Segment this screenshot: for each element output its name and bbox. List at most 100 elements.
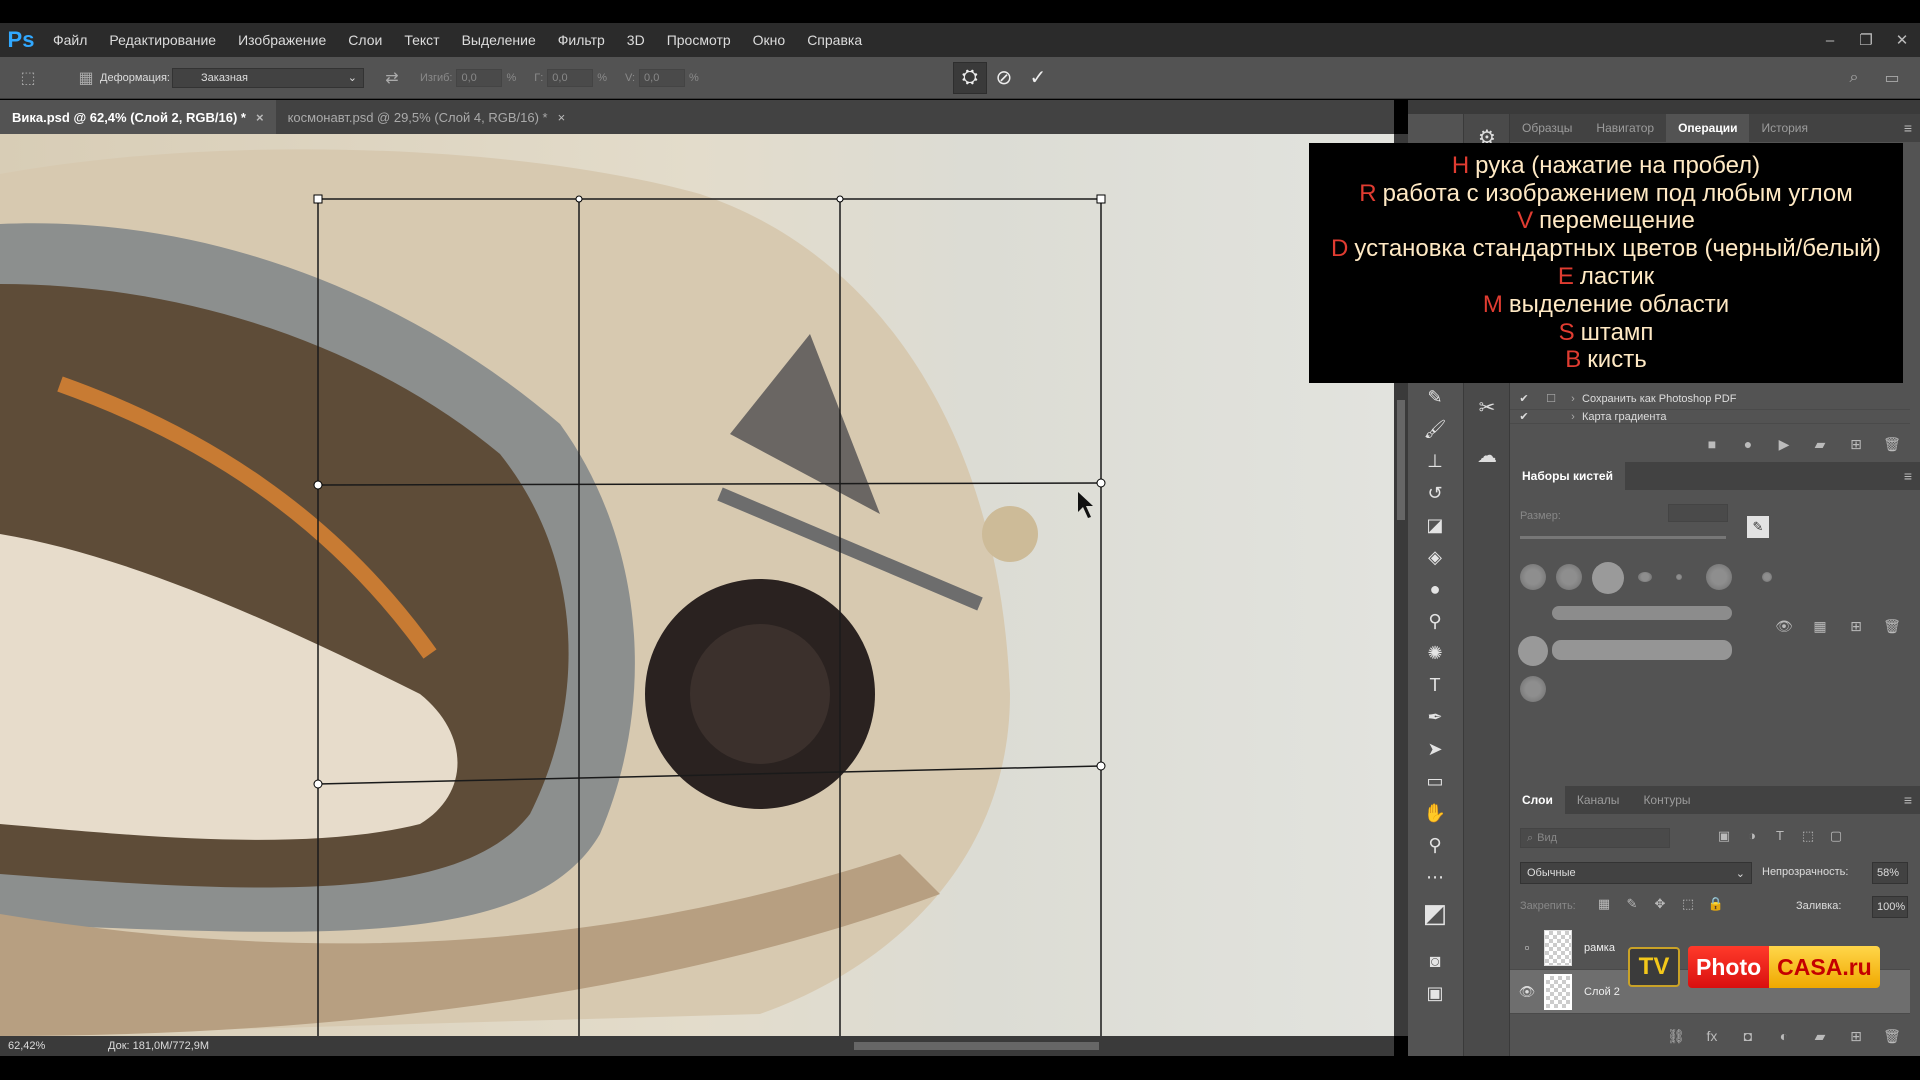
brush-preset[interactable]	[1638, 572, 1652, 582]
menu-window[interactable]: Окно	[742, 32, 797, 48]
tab-cosmonaut[interactable]: космонавт.psd @ 29,5% (Слой 4, RGB/16) *…	[275, 100, 578, 134]
restore-button[interactable]: ❐	[1848, 31, 1884, 49]
reference-point-icon[interactable]: ▦	[72, 65, 100, 91]
stamp-tool-icon[interactable]: ⊥	[1420, 448, 1450, 474]
tab-swatches[interactable]: Образцы	[1510, 114, 1584, 142]
warp-select[interactable]: Заказная ⌄	[172, 67, 364, 88]
folder-icon[interactable]: ▰	[1802, 1028, 1838, 1045]
filter-shape-icon[interactable]: ⬚	[1794, 828, 1822, 844]
filter-pixel-icon[interactable]: ▣	[1710, 828, 1738, 844]
action-item[interactable]: ✔ › Карта градиента	[1510, 410, 1910, 424]
link-layers-icon[interactable]: ⛓	[1658, 1028, 1694, 1045]
brush-preset[interactable]	[1552, 640, 1732, 660]
commit-transform-icon[interactable]: ✓	[1021, 62, 1055, 94]
layer-filter-select[interactable]: ⌕ Вид	[1520, 828, 1670, 848]
stop-icon[interactable]: ■	[1694, 436, 1730, 452]
search-icon[interactable]: ⌕	[1840, 65, 1868, 91]
dialog-toggle-icon[interactable]: ☐	[1538, 392, 1564, 405]
sponge-tool-icon[interactable]: ✺	[1420, 640, 1450, 666]
panel-collapse-bar[interactable]	[1408, 100, 1920, 114]
filter-smart-icon[interactable]: ▢	[1822, 828, 1850, 844]
blend-mode-select[interactable]: Обычные ⌄	[1520, 862, 1752, 884]
folder-icon[interactable]: ▰	[1802, 436, 1838, 453]
menu-select[interactable]: Выделение	[451, 32, 547, 48]
document-canvas[interactable]	[0, 134, 1394, 1036]
menu-view[interactable]: Просмотр	[656, 32, 742, 48]
new-brush-icon[interactable]: ⊞	[1838, 618, 1874, 635]
filter-adjustment-icon[interactable]: ◑	[1738, 828, 1766, 844]
eye-icon[interactable]: 👁	[1510, 984, 1544, 1000]
chevron-right-icon[interactable]: ›	[1564, 393, 1582, 405]
puppet-warp-toggle-icon[interactable]: ⛭	[952, 61, 987, 94]
brush-preset[interactable]	[1520, 564, 1546, 590]
trash-icon[interactable]: 🗑	[1874, 618, 1910, 635]
checkmark-icon[interactable]: ✔	[1510, 392, 1538, 405]
eraser-tool-icon[interactable]: ◪	[1420, 512, 1450, 538]
type-tool-icon[interactable]: T	[1420, 672, 1450, 698]
rectangle-tool-icon[interactable]: ▭	[1420, 768, 1450, 794]
menu-image[interactable]: Изображение	[227, 32, 337, 48]
adjustment-layer-icon[interactable]: ◐	[1766, 1028, 1802, 1044]
brush-preset[interactable]	[1676, 574, 1682, 580]
tab-navigator[interactable]: Навигатор	[1584, 114, 1666, 142]
menu-edit[interactable]: Редактирование	[98, 32, 227, 48]
trash-icon[interactable]: 🗑	[1874, 436, 1910, 453]
lock-transparency-icon[interactable]: ▦	[1590, 896, 1618, 912]
tab-vika[interactable]: Вика.psd @ 62,4% (Слой 2, RGB/16) * ×	[0, 100, 276, 134]
cancel-transform-icon[interactable]: ⊘	[987, 62, 1021, 94]
tab-paths[interactable]: Контуры	[1631, 786, 1702, 814]
opacity-field[interactable]: 58%	[1872, 862, 1908, 884]
layer-mask-icon[interactable]: ◘	[1730, 1028, 1766, 1044]
color-swatches-icon[interactable]: ◩	[1420, 898, 1450, 928]
close-icon[interactable]: ×	[558, 110, 566, 125]
chevron-right-icon[interactable]: ›	[1564, 411, 1582, 423]
tab-brush-presets[interactable]: Наборы кистей	[1510, 462, 1625, 490]
menu-layers[interactable]: Слои	[337, 32, 393, 48]
visibility-off-icon[interactable]: ▫	[1510, 940, 1544, 955]
close-window-button[interactable]: ✕	[1884, 31, 1920, 49]
brush-preset[interactable]	[1556, 564, 1582, 590]
pen-tool-icon[interactable]: ✒	[1420, 704, 1450, 730]
brush-preset[interactable]	[1592, 562, 1624, 594]
h-distort-field[interactable]: 0,0	[547, 68, 594, 87]
panel-menu-icon[interactable]: ≡	[1904, 120, 1912, 136]
bend-field[interactable]: 0,0	[456, 68, 503, 87]
tab-layers[interactable]: Слои	[1510, 786, 1565, 814]
v-distort-field[interactable]: 0,0	[639, 68, 686, 87]
actions-panel-icon[interactable]: ✂	[1472, 392, 1502, 422]
minimize-button[interactable]: –	[1812, 32, 1848, 49]
brush-size-slider[interactable]	[1520, 536, 1726, 539]
menu-type[interactable]: Текст	[393, 32, 450, 48]
filter-type-icon[interactable]: T	[1766, 828, 1794, 844]
history-brush-icon[interactable]: ↺	[1420, 480, 1450, 506]
brush-settings-icon[interactable]: ✎	[1747, 516, 1769, 538]
healing-brush-icon[interactable]: ✎	[1420, 384, 1450, 410]
zoom-tool-icon[interactable]: ⚲	[1420, 832, 1450, 858]
checkmark-icon[interactable]: ✔	[1510, 410, 1538, 423]
quick-mask-icon[interactable]: ◙	[1420, 948, 1450, 974]
vertical-scroll-thumb[interactable]	[1397, 400, 1405, 520]
lock-artboard-icon[interactable]: ⬚	[1674, 896, 1702, 912]
path-select-icon[interactable]: ➤	[1420, 736, 1450, 762]
horizontal-scrollbar[interactable]	[294, 1040, 1380, 1052]
screen-mode-icon[interactable]: ▣	[1420, 980, 1450, 1006]
warp-orientation-icon[interactable]: ⇄	[378, 65, 406, 91]
paint-bucket-icon[interactable]: ◈	[1420, 544, 1450, 570]
close-icon[interactable]: ×	[256, 110, 264, 125]
new-action-icon[interactable]: ⊞	[1838, 436, 1874, 453]
menu-help[interactable]: Справка	[796, 32, 873, 48]
hand-tool-icon[interactable]: ✋	[1420, 800, 1450, 826]
fill-field[interactable]: 100%	[1872, 896, 1908, 918]
play-icon[interactable]: ▶	[1766, 436, 1802, 453]
tab-actions[interactable]: Операции	[1666, 114, 1750, 142]
lock-pixels-icon[interactable]: ✎	[1618, 896, 1646, 912]
more-tools-icon[interactable]: ⋯	[1420, 864, 1450, 890]
brush-size-field[interactable]	[1668, 504, 1728, 522]
dodge-tool-icon[interactable]: ⚲	[1420, 608, 1450, 634]
layer-style-icon[interactable]: fx	[1694, 1028, 1730, 1044]
panel-menu-icon[interactable]: ≡	[1904, 468, 1912, 484]
panel-menu-icon[interactable]: ≡	[1904, 792, 1912, 808]
horizontal-scroll-thumb[interactable]	[854, 1042, 1099, 1050]
action-item[interactable]: ✔ ☐ › Сохранить как Photoshop PDF	[1510, 388, 1910, 410]
brush-preset[interactable]	[1518, 636, 1548, 666]
